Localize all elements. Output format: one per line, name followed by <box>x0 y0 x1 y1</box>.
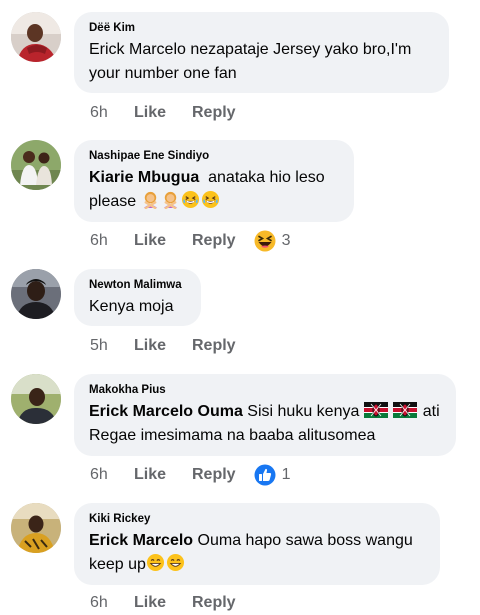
reaction-summary[interactable]: 1 <box>254 464 291 486</box>
comment-author[interactable]: Dëë Kim <box>89 21 435 36</box>
profile-photo-icon <box>11 12 61 62</box>
like-reaction-icon <box>254 464 276 486</box>
comment-author[interactable]: Newton Malimwa <box>89 278 187 293</box>
reply-button[interactable]: Reply <box>192 337 236 355</box>
comment-text: Kenya moja <box>89 298 174 315</box>
comment-author[interactable]: Nashipae Ene Sindiyo <box>89 149 340 164</box>
comment-text-body: ati <box>422 403 440 420</box>
comment-author[interactable]: Kiki Rickey <box>89 512 426 527</box>
like-button[interactable]: Like <box>134 594 192 612</box>
comment-text: Erick Marcelo Ouma hapo sawa boss wangu <box>89 529 426 553</box>
comment-text-line2: keep up <box>89 553 426 577</box>
avatar[interactable] <box>11 374 61 424</box>
profile-photo-icon <box>11 269 61 319</box>
profile-photo-icon <box>11 503 61 553</box>
reply-button[interactable]: Reply <box>192 232 236 250</box>
haha-reaction-icon <box>254 230 276 252</box>
comment-timestamp[interactable]: 5h <box>90 337 134 355</box>
woman-gesturing-no-icon <box>161 190 180 209</box>
comment-bubble: Kiki Rickey Erick Marcelo Ouma hapo sawa… <box>74 503 440 585</box>
comment-actions: 6h Like Reply <box>90 101 254 125</box>
comment-actions: 6h Like Reply 1 <box>90 463 290 487</box>
comment-actions: 6h Like Reply 3 <box>90 229 290 253</box>
avatar[interactable] <box>11 12 61 62</box>
grinning-face-icon <box>146 553 165 572</box>
laughing-face-icon <box>201 190 220 209</box>
reply-button[interactable]: Reply <box>192 466 236 484</box>
comment-actions: 5h Like Reply <box>90 334 254 358</box>
reaction-count: 1 <box>281 466 291 483</box>
comment-text: Kiarie Mbugua anataka hio leso please <box>89 166 340 214</box>
comment-bubble: Dëë Kim Erick Marcelo nezapataje Jersey … <box>74 12 449 93</box>
mention-link[interactable]: Erick Marcelo Ouma <box>89 403 243 420</box>
like-button[interactable]: Like <box>134 337 192 355</box>
mention-link[interactable]: Erick Marcelo <box>89 532 193 549</box>
comment-timestamp[interactable]: 6h <box>90 104 134 122</box>
profile-photo-icon <box>11 140 61 190</box>
comment-text: Erick Marcelo Ouma Sisi huku kenya ati <box>89 400 442 424</box>
comment-actions: 6h Like Reply <box>90 591 254 615</box>
kenya-flag-icon <box>364 402 388 418</box>
reaction-count: 3 <box>281 232 291 249</box>
like-button[interactable]: Like <box>134 232 192 250</box>
reaction-summary[interactable]: 3 <box>254 230 291 252</box>
avatar[interactable] <box>11 140 61 190</box>
kenya-flag-icon <box>393 402 417 418</box>
woman-gesturing-no-icon <box>141 190 160 209</box>
comment-timestamp[interactable]: 6h <box>90 594 134 612</box>
avatar[interactable] <box>11 503 61 553</box>
avatar[interactable] <box>11 269 61 319</box>
like-button[interactable]: Like <box>134 104 192 122</box>
reply-button[interactable]: Reply <box>192 104 236 122</box>
reply-button[interactable]: Reply <box>192 594 236 612</box>
like-button[interactable]: Like <box>134 466 192 484</box>
comment-timestamp[interactable]: 6h <box>90 466 134 484</box>
comment-bubble: Makokha Pius Erick Marcelo Ouma Sisi huk… <box>74 374 456 456</box>
laughing-face-icon <box>181 190 200 209</box>
comment-timestamp[interactable]: 6h <box>90 232 134 250</box>
comment-text-line2: Regae imesimama na baaba alitusomea <box>89 427 376 444</box>
comment-bubble: Nashipae Ene Sindiyo Kiarie Mbugua anata… <box>74 140 354 222</box>
comment-author[interactable]: Makokha Pius <box>89 383 442 398</box>
comment-text-body: Sisi huku kenya <box>247 403 360 420</box>
grinning-face-icon <box>166 553 185 572</box>
comment-text: Erick Marcelo nezapataje Jersey yako bro… <box>89 41 412 82</box>
comment-bubble: Newton Malimwa Kenya moja <box>74 269 201 326</box>
comment-text-body: keep up <box>89 556 146 573</box>
mention-link[interactable]: Kiarie Mbugua <box>89 169 199 186</box>
comment-text-body: Ouma hapo sawa boss wangu <box>197 532 413 549</box>
profile-photo-icon <box>11 374 61 424</box>
